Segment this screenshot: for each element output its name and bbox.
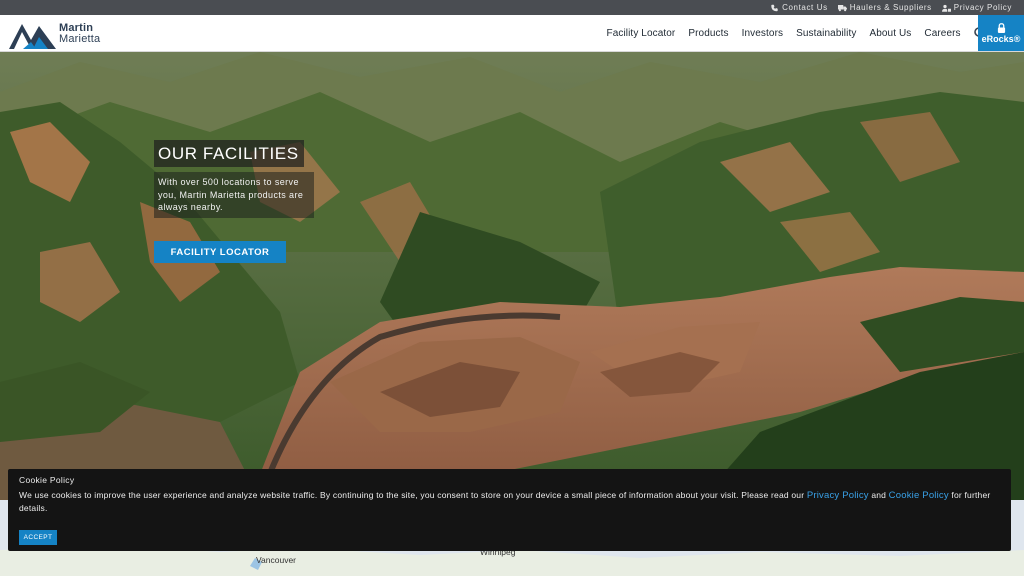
cookie-cookie-policy-link[interactable]: Cookie Policy [889,490,949,501]
main-nav: Facility Locator Products Investors Sust… [600,15,987,51]
lock-icon [997,22,1005,33]
nav-facility-locator[interactable]: Facility Locator [600,28,682,39]
cookie-title: Cookie Policy [19,475,75,485]
quarry-landscape-image [0,52,1024,500]
haulers-suppliers-label: Haulers & Suppliers [849,3,932,12]
logo-line-2: Marietta [59,33,101,45]
nav-sustainability[interactable]: Sustainability [790,28,863,39]
cookie-accept-button[interactable]: ACCEPT [19,530,57,545]
contact-us-label: Contact Us [782,3,828,12]
phone-icon [771,4,778,11]
utility-bar: Contact Us Haulers & Suppliers Privacy P… [0,0,1024,15]
main-header: Martin Marietta Facility Locator Product… [0,15,1024,52]
cookie-text-before: We use cookies to improve the user exper… [19,490,807,500]
map-label-vancouver: Vancouver [256,555,297,565]
privacy-policy-link[interactable]: Privacy Policy [941,3,1012,12]
hero-description: With over 500 locations to serve you, Ma… [154,172,314,218]
truck-icon [837,4,847,11]
martin-marietta-logo[interactable]: Martin Marietta [9,19,100,49]
nav-about-us[interactable]: About Us [863,28,918,39]
user-lock-icon [941,4,951,12]
haulers-suppliers-link[interactable]: Haulers & Suppliers [837,3,932,12]
nav-careers[interactable]: Careers [918,28,967,39]
nav-investors[interactable]: Investors [735,28,789,39]
cookie-banner: Cookie Policy We use cookies to improve … [8,469,1011,551]
logo-wordmark: Martin Marietta [59,23,100,45]
hero-banner: OUR FACILITIES With over 500 locations t… [0,52,1024,500]
hero-title: OUR FACILITIES [154,140,304,167]
nav-products[interactable]: Products [682,28,735,39]
erocks-button[interactable]: eRocks® [978,15,1024,51]
contact-us-link[interactable]: Contact Us [770,3,828,12]
erocks-label: eRocks® [981,33,1021,44]
cookie-text-and: and [868,490,889,500]
logo-mountains-icon [9,23,56,49]
privacy-policy-label: Privacy Policy [953,3,1012,12]
cookie-message: We use cookies to improve the user exper… [19,489,1004,514]
facility-locator-button[interactable]: FACILITY LOCATOR [154,241,286,263]
cookie-privacy-policy-link[interactable]: Privacy Policy [807,490,869,501]
